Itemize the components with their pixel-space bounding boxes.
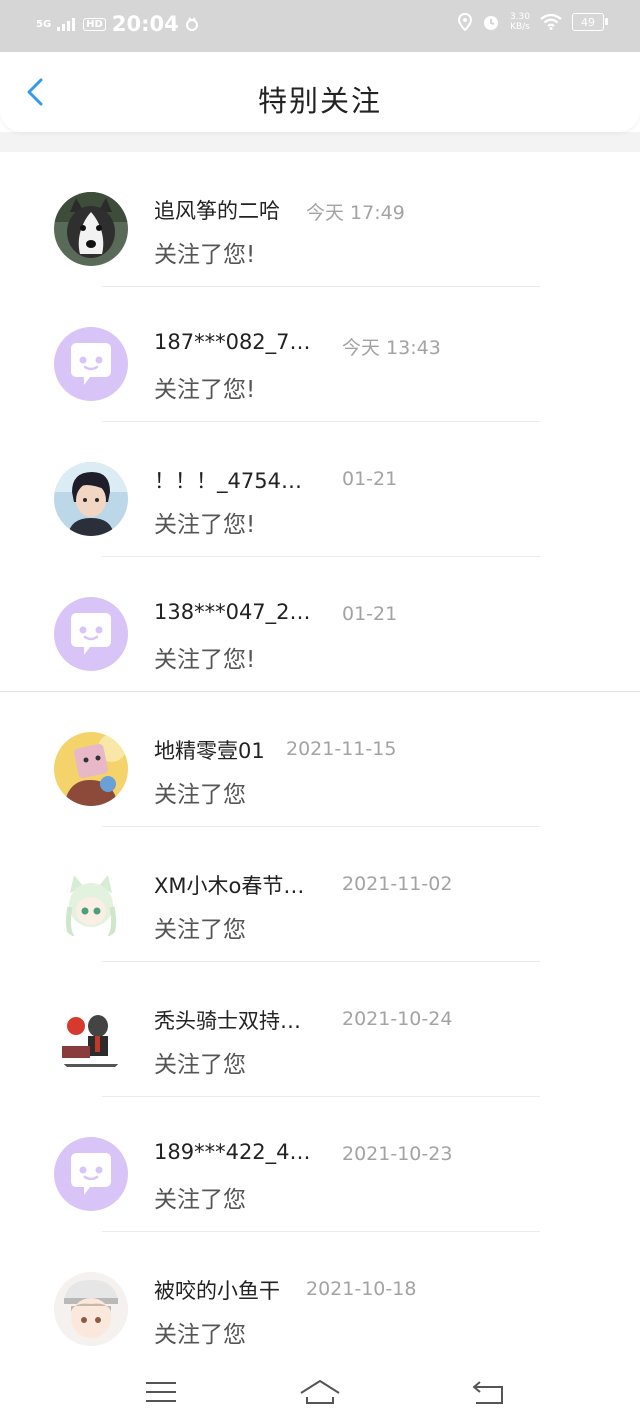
anime-boy-avatar-image bbox=[54, 462, 128, 536]
default-chat-avatar-icon bbox=[54, 327, 128, 401]
anime-girl-hat-avatar-image bbox=[54, 1272, 128, 1346]
avatar[interactable] bbox=[54, 732, 128, 806]
home-button[interactable] bbox=[295, 1367, 345, 1417]
user-name[interactable]: 187***082_7… bbox=[154, 330, 311, 354]
status-left: 5G HD 20:04 bbox=[36, 12, 199, 36]
follow-time: 今天 17:49 bbox=[306, 202, 405, 224]
follow-time: 2021-10-23 bbox=[342, 1143, 453, 1165]
follow-time: 2021-11-02 bbox=[342, 873, 453, 895]
avatar[interactable] bbox=[54, 1002, 128, 1076]
list-item[interactable]: 追风筝的二哈 今天 17:49 关注了您! bbox=[0, 152, 640, 287]
page-title: 特别关注 bbox=[257, 84, 382, 118]
menu-icon bbox=[146, 1382, 176, 1402]
follow-time: 今天 13:43 bbox=[342, 337, 441, 359]
user-name[interactable]: 189***422_4… bbox=[154, 1140, 311, 1164]
follow-time: 2021-10-24 bbox=[342, 1008, 453, 1030]
follow-message: 关注了您 bbox=[154, 1187, 246, 1213]
list-item[interactable]: 189***422_4… 2021-10-23 关注了您 bbox=[0, 1097, 640, 1232]
follow-time: 01-21 bbox=[342, 468, 398, 490]
clock: 20:04 bbox=[111, 12, 179, 36]
follow-message: 关注了您 bbox=[154, 1052, 246, 1078]
list-item[interactable]: 187***082_7… 今天 13:43 关注了您! bbox=[0, 287, 640, 422]
default-chat-avatar-icon bbox=[54, 597, 128, 671]
follow-time: 01-21 bbox=[342, 603, 398, 625]
network-label: 5G bbox=[36, 18, 52, 30]
list-item[interactable]: 秃头骑士双持… 2021-10-24 关注了您 bbox=[0, 962, 640, 1097]
follow-message: 关注了您 bbox=[154, 782, 246, 808]
follower-list: 追风筝的二哈 今天 17:49 关注了您! 187***082_7… 今天 13… bbox=[0, 152, 640, 1367]
system-nav-bar bbox=[0, 1357, 640, 1427]
follow-message: 关注了您! bbox=[154, 512, 256, 538]
user-name[interactable]: 秃头骑士双持… bbox=[154, 1005, 301, 1035]
avatar[interactable] bbox=[54, 192, 128, 266]
follow-time: 2021-10-18 bbox=[306, 1278, 417, 1300]
follow-message: 关注了您! bbox=[154, 647, 256, 673]
follow-message: 关注了您! bbox=[154, 242, 256, 268]
wifi-icon bbox=[540, 14, 562, 30]
user-name[interactable]: 地精零壹01 bbox=[154, 735, 265, 765]
menu-button[interactable] bbox=[136, 1367, 186, 1417]
signal-icon bbox=[57, 18, 76, 31]
follow-message: 关注了您 bbox=[154, 1322, 246, 1348]
user-name[interactable]: XM小木o春节… bbox=[154, 870, 304, 900]
avatar[interactable] bbox=[54, 867, 128, 941]
network-speed: 3.30 KB/s bbox=[510, 12, 530, 32]
follow-time: 2021-11-15 bbox=[286, 738, 397, 760]
user-name[interactable]: 被咬的小鱼干 bbox=[154, 1275, 280, 1305]
list-item[interactable]: 被咬的小鱼干 2021-10-18 关注了您 bbox=[0, 1232, 640, 1367]
anime-cat-girl-avatar-image bbox=[54, 867, 128, 941]
status-right: 3.30 KB/s 49 bbox=[457, 12, 608, 32]
speed-unit: KB/s bbox=[510, 22, 530, 32]
list-item[interactable]: XM小木o春节… 2021-11-02 关注了您 bbox=[0, 827, 640, 962]
avatar[interactable] bbox=[54, 462, 128, 536]
husky-avatar-image bbox=[54, 192, 128, 266]
user-name[interactable]: ！！！_4754… bbox=[154, 465, 302, 495]
avatar[interactable] bbox=[54, 597, 128, 671]
speed-value: 3.30 bbox=[509, 12, 530, 22]
meme-sticker-avatar-image bbox=[54, 1002, 128, 1076]
return-icon bbox=[473, 1381, 503, 1404]
avatar[interactable] bbox=[54, 1137, 128, 1211]
home-icon bbox=[300, 1380, 340, 1404]
battery-level: 49 bbox=[581, 15, 595, 29]
battery-icon: 49 bbox=[572, 13, 608, 31]
back-nav-button[interactable] bbox=[464, 1367, 514, 1417]
list-item[interactable]: 138***047_2… 01-21 关注了您! bbox=[0, 557, 640, 692]
status-bar: 5G HD 20:04 3.30 KB/s 49 bbox=[0, 0, 640, 52]
user-name[interactable]: 追风筝的二哈 bbox=[154, 195, 280, 225]
hd-badge: HD bbox=[83, 17, 106, 31]
default-chat-avatar-icon bbox=[54, 1137, 128, 1211]
alarm-icon bbox=[483, 16, 498, 30]
follow-message: 关注了您 bbox=[154, 917, 246, 943]
notification-icon bbox=[185, 17, 198, 31]
follow-message: 关注了您! bbox=[154, 377, 256, 403]
list-item[interactable]: 地精零壹01 2021-11-15 关注了您 bbox=[0, 692, 640, 827]
location-icon bbox=[457, 13, 472, 31]
avatar[interactable] bbox=[54, 327, 128, 401]
list-item[interactable]: ！！！_4754… 01-21 关注了您! bbox=[0, 422, 640, 557]
user-name[interactable]: 138***047_2… bbox=[154, 600, 311, 624]
avatar[interactable] bbox=[54, 1272, 128, 1346]
header: 特别关注 bbox=[0, 52, 640, 132]
header-separator bbox=[0, 132, 640, 152]
cartoon-character-avatar-image bbox=[54, 732, 128, 806]
